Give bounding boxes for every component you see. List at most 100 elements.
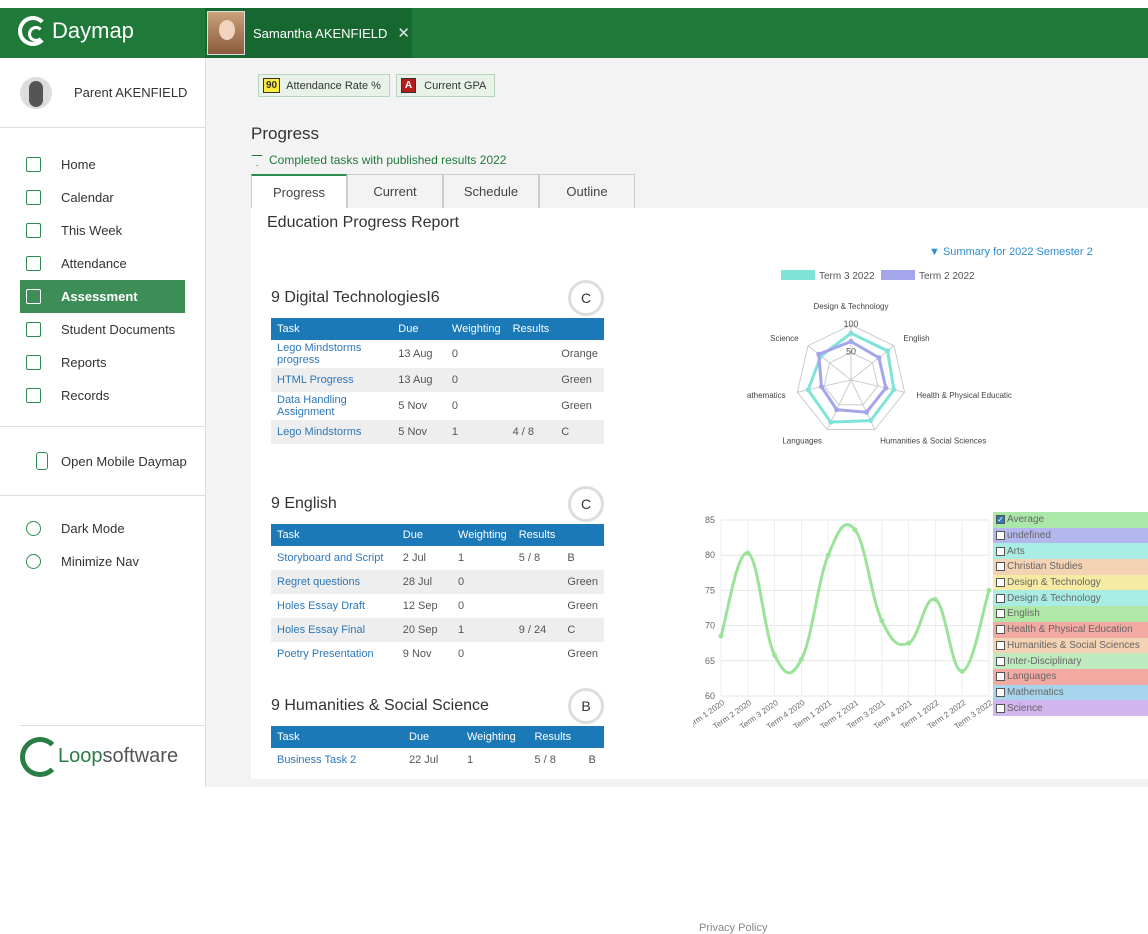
loop-software-logo: Loop software [20,725,206,787]
task-link[interactable]: Business Task 2 [271,748,403,772]
table-row: HTML Progress 13 Aug 0 Green [271,368,604,392]
sidebar-item-this-week[interactable]: This Week [20,214,185,247]
dark-mode-toggle[interactable]: Dark Mode [20,512,185,545]
table-cell: 0 [451,400,459,412]
sidebar-item-records[interactable]: Records [20,379,185,412]
checkbox[interactable] [996,546,1005,556]
summary-filter-link[interactable]: ▼ Summary for 2022 Semester 2 [929,246,1093,258]
legend-item[interactable]: Humanities & Social Sciences [993,637,1148,654]
avatar [20,76,52,109]
line-point [986,587,992,593]
legend-item[interactable]: Health & Physical Education [993,621,1148,638]
divider [0,426,205,427]
task-link[interactable]: Data Handling Assignment [271,392,392,420]
subject-name[interactable]: 9 Humanities & Social Science [271,697,489,715]
legend-item[interactable]: Inter-Disciplinary [993,653,1148,669]
checkbox[interactable] [996,703,1005,713]
sidebar-item-label: This Week [61,223,123,238]
checkbox[interactable] [996,640,1005,650]
column-header [582,726,604,748]
radar-legend-label[interactable]: Term 3 2022 [819,271,875,282]
task-link[interactable]: Regret questions [271,570,397,594]
legend-label: Christian Studies [1007,561,1083,573]
privacy-policy-link[interactable]: Privacy Policy [699,922,767,934]
legend-item[interactable]: Science [993,700,1148,716]
minimize-nav-button[interactable]: Minimize Nav [20,545,185,578]
table-cell: 0 [451,348,459,360]
tab-current[interactable]: Current [347,174,443,208]
daymap-logo[interactable]: Daymap [18,16,134,46]
table-row: Holes Essay Draft 12 Sep 0 Green [271,594,604,618]
arrow-left-circle-icon [26,554,41,569]
legend-label: Inter-Disciplinary [1007,655,1082,667]
checkbox[interactable] [996,625,1005,635]
legend-item[interactable]: undefined [993,527,1148,544]
sidebar-item-home[interactable]: Home [20,148,185,181]
page-title: Progress [251,124,320,143]
legend-item[interactable]: Christian Studies [993,559,1148,575]
line-point [879,618,885,624]
open-mobile-daymap-link[interactable]: Open Mobile Daymap [0,441,205,481]
checkbox[interactable] [996,687,1005,697]
legend-item[interactable]: Mathematics [993,684,1148,701]
line-point [959,668,965,674]
subject-name[interactable]: 9 English [271,495,337,513]
legend-item[interactable]: ✓ Average [993,512,1148,528]
checkbox[interactable] [996,531,1005,541]
report-title: Education Progress Report [267,214,460,231]
task-link[interactable]: Holes Essay Draft [271,594,397,618]
sidebar-item-student-documents[interactable]: Student Documents [20,313,185,346]
legend-item[interactable]: Design & Technology [993,574,1148,591]
sidebar-item-calendar[interactable]: Calendar [20,181,185,214]
attendance-badge[interactable]: 90 Attendance Rate % [258,74,390,97]
task-link[interactable]: Poetry Presentation [271,642,397,666]
gpa-badge[interactable]: A Current GPA [395,74,496,97]
student-tab[interactable]: Samantha AKENFIELD ✕ [205,8,412,58]
document-icon [26,322,41,337]
radar-tick-label: 50 [846,347,856,357]
legend-label: Design & Technology [1007,592,1101,604]
radar-point [819,384,825,390]
table-cell: 20 Sep [396,618,453,642]
checkbox[interactable] [996,609,1005,619]
task-link[interactable]: Lego Mindstorms [271,420,393,444]
tab-outline[interactable]: Outline [539,174,635,208]
table-cell: 28 Jul [396,570,453,594]
sidebar-item-attendance[interactable]: Attendance [20,247,185,280]
sidebar-item-assessment[interactable]: Assessment [20,280,185,313]
filter-link[interactable]: Completed tasks with published results 2… [251,153,506,167]
task-link[interactable]: HTML Progress [271,368,393,392]
task-link[interactable]: Lego Mindstorms progress [271,340,392,368]
tab-schedule[interactable]: Schedule [443,174,539,208]
checkbox[interactable] [996,672,1005,682]
checkbox[interactable] [996,656,1005,666]
parent-profile[interactable]: Parent AKENFIELD [0,58,205,128]
legend-label: Science [1007,702,1043,714]
table-row: Poetry Presentation 9 Nov 0 Green [271,642,604,666]
sidebar-item-reports[interactable]: Reports [20,346,185,379]
close-icon[interactable]: ✕ [397,24,410,42]
checkbox[interactable] [996,562,1005,572]
subject-name[interactable]: 9 Digital TechnologiesI6 [271,289,440,307]
tab-progress[interactable]: Progress [251,174,347,208]
checkbox[interactable] [996,593,1005,603]
task-link[interactable]: Storyboard and Script [271,546,397,570]
legend-item[interactable]: Design & Technology [993,590,1148,607]
legend-item[interactable]: Languages [993,668,1148,685]
line-point [745,550,751,556]
table-cell [507,340,556,368]
checkbox[interactable]: ✓ [996,515,1005,525]
task-link[interactable]: Holes Essay Final [271,618,397,642]
column-header: Weighting [445,318,507,340]
radar-legend: Term 3 2022 Term 2 2022 [781,270,975,282]
sidebar-item-label: Records [61,388,110,403]
radar-legend-label[interactable]: Term 2 2022 [919,271,975,282]
calendar-icon [26,190,41,205]
checkbox[interactable] [996,578,1005,588]
table-cell: 5 / 8 [518,552,541,564]
legend-item[interactable]: Arts [993,543,1148,560]
loop-logo-icon [20,736,60,777]
radar-legend-swatch [781,270,815,280]
legend-item[interactable]: English [993,606,1148,622]
divider [0,495,205,496]
